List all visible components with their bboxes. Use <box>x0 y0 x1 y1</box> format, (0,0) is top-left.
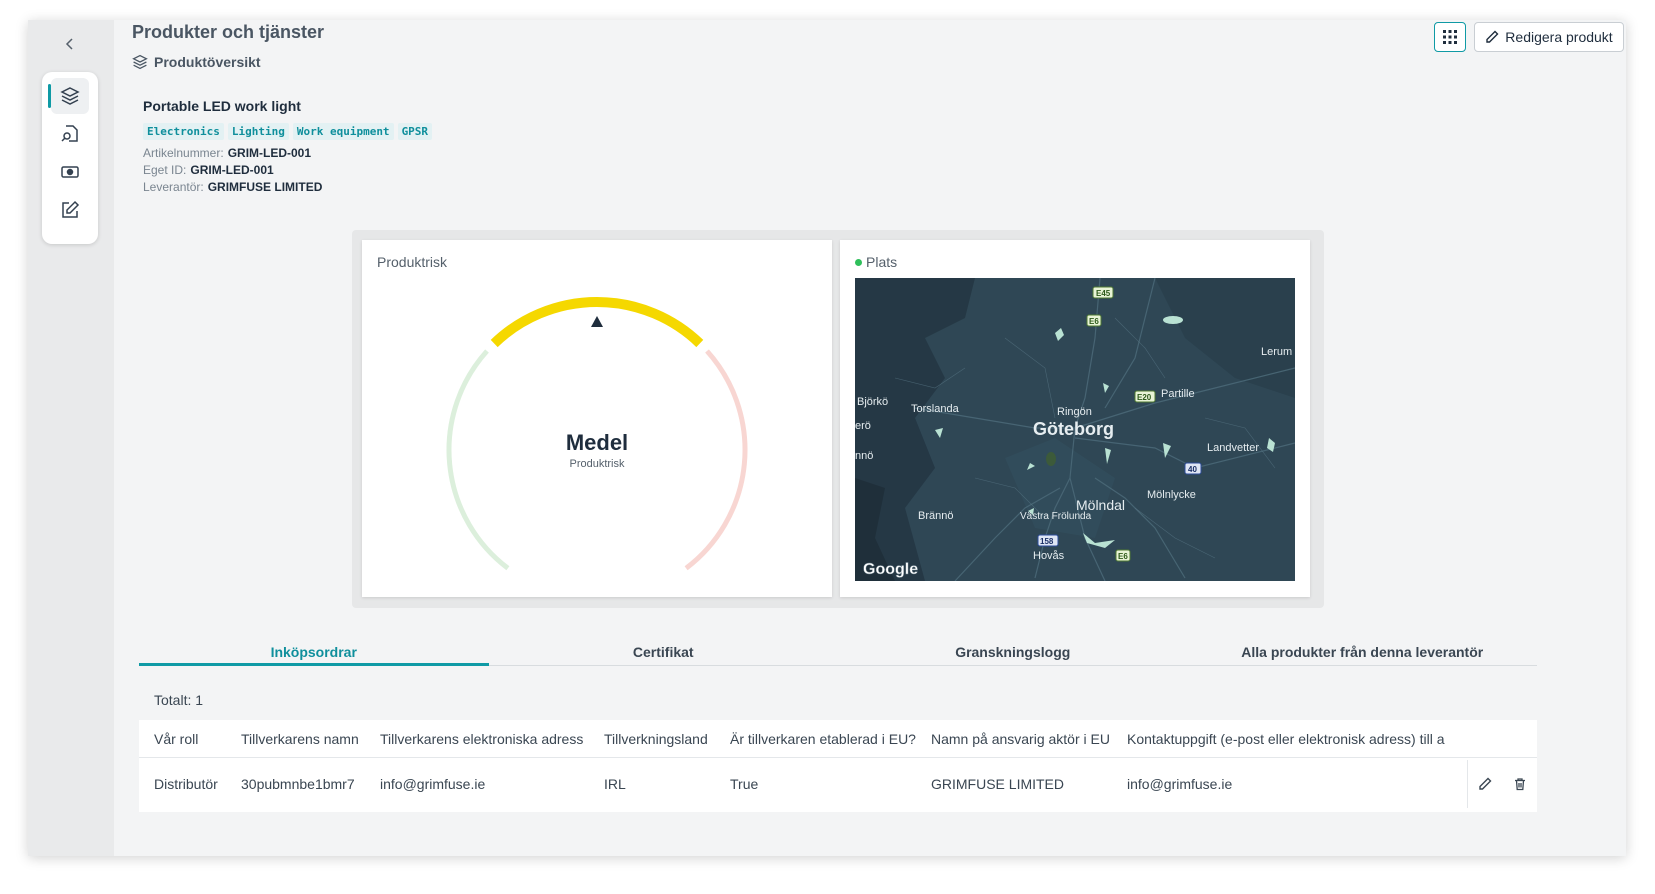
tag: Electronics <box>143 123 224 140</box>
column-header[interactable]: Tillverkarens namn <box>241 720 359 757</box>
orders-total: Totalt: 1 <box>154 692 204 708</box>
column-header[interactable]: Kontaktuppgift (e-post eller elektronisk… <box>1127 720 1444 757</box>
map-place-label: nnö <box>855 450 873 462</box>
table-cell: True <box>730 776 759 792</box>
map-place-label: Partille <box>1161 388 1195 400</box>
product-tags: Electronics Lighting Work equipment GPSR <box>143 123 433 140</box>
gauge-marker-icon <box>591 316 603 327</box>
table-cell: info@grimfuse.ie <box>380 776 486 792</box>
column-header[interactable]: Är tillverkaren etablerad i EU? <box>730 720 916 757</box>
tag: Work equipment <box>292 123 394 140</box>
nav-edit[interactable] <box>51 192 89 228</box>
road-sign: E6 <box>1118 552 1128 561</box>
map-place-label: erö <box>855 420 871 432</box>
field-label: Artikelnummer: <box>143 146 224 160</box>
table-cell: 30pubmnbe1bmr7 <box>241 776 355 792</box>
map-place-label: Lerum <box>1261 346 1292 358</box>
road-sign: E6 <box>1089 317 1099 326</box>
column-header[interactable]: Tillverkningsland <box>604 720 708 757</box>
tab-certificates[interactable]: Certifikat <box>489 634 839 665</box>
trash-icon <box>1514 778 1525 791</box>
own-id: Eget ID: GRIM-LED-001 <box>143 163 274 177</box>
product-name: Portable LED work light <box>143 98 301 114</box>
map-place-label: Hovås <box>1033 550 1065 562</box>
location-map[interactable]: Göteborg Torslanda Ringön Partille Lerum… <box>855 278 1295 581</box>
table-cell: GRIMFUSE LIMITED <box>931 776 1065 792</box>
article-number: Artikelnummer: GRIM-LED-001 <box>143 146 311 160</box>
location-card-title: Plats <box>855 254 897 270</box>
icon-rail <box>28 20 114 856</box>
edit-row-button[interactable] <box>1478 777 1492 791</box>
supplier: Leverantör: GRIMFUSE LIMITED <box>143 180 322 194</box>
map-city-label: Göteborg <box>1033 419 1114 439</box>
column-header[interactable]: Tillverkarens elektroniska adress <box>380 720 583 757</box>
pencil-icon <box>1486 30 1499 43</box>
edit-product-button[interactable]: Redigera produkt <box>1474 22 1624 52</box>
map-place-label: Torslanda <box>911 403 960 415</box>
field-value: GRIMFUSE LIMITED <box>207 180 323 194</box>
table-header: Vår roll Tillverkarens namn Tillverkaren… <box>139 720 1537 758</box>
pencil-icon <box>1479 777 1492 790</box>
orders-table: Vår roll Tillverkarens namn Tillverkaren… <box>139 720 1537 812</box>
field-label: Eget ID: <box>143 163 187 177</box>
collapse-sidebar-button[interactable] <box>58 32 82 56</box>
app-window: Produkter och tjänster Produktöversikt R… <box>28 20 1626 856</box>
location-card: Plats Göteborg Torslanda Ringön Partille… <box>840 240 1310 597</box>
field-label: Leverantör: <box>143 180 204 194</box>
status-dot-icon <box>855 259 862 266</box>
road-sign: E45 <box>1096 289 1111 298</box>
document-search-icon <box>61 125 78 142</box>
table-cell: IRL <box>604 776 626 792</box>
page-title: Produkter och tjänster <box>132 22 325 42</box>
money-icon <box>61 166 79 178</box>
tab-supplier-products[interactable]: Alla produkter från denna leverantör <box>1188 634 1538 665</box>
road-sign: 40 <box>1188 465 1197 474</box>
risk-level-caption: Produktrisk <box>569 458 625 470</box>
map-place-label: Västra Frölunda <box>1020 511 1092 522</box>
table-cell: Distributör <box>154 776 218 792</box>
risk-gauge <box>446 297 748 571</box>
breadcrumb-label: Produktöversikt <box>154 54 261 70</box>
tab-purchase-orders[interactable]: Inköpsordrar <box>139 634 489 666</box>
apps-grid-button[interactable] <box>1434 22 1466 52</box>
rail-nav <box>42 72 98 244</box>
column-header[interactable]: Namn på ansvarig aktör i EU <box>931 720 1110 757</box>
overview-cards: Produktrisk Medel Produktrisk Plats Göte… <box>352 230 1324 608</box>
road-sign: 158 <box>1040 537 1054 546</box>
table-cell: info@grimfuse.ie <box>1127 776 1233 792</box>
road-sign: E20 <box>1137 393 1152 402</box>
tag: Lighting <box>227 123 289 140</box>
column-header[interactable]: Vår roll <box>154 720 198 757</box>
edit-product-label: Redigera produkt <box>1505 29 1613 45</box>
map-place-label: Ringön <box>1057 406 1092 418</box>
map-place-label: Brännö <box>918 510 953 522</box>
google-logo: Google <box>863 561 918 578</box>
edit-icon <box>62 200 80 218</box>
map-place-label: Mölnlycke <box>1147 489 1196 501</box>
map-place-label: Björkö <box>857 396 888 408</box>
grid-icon <box>1443 30 1457 44</box>
nav-finance[interactable] <box>51 154 89 190</box>
detail-tabs: Inköpsordrar Certifikat Granskningslogg … <box>139 634 1537 666</box>
chevron-left-icon <box>65 38 73 50</box>
map-canvas[interactable]: Göteborg Torslanda Ringön Partille Lerum… <box>855 278 1295 581</box>
table-row[interactable]: Distributör 30pubmnbe1bmr7 info@grimfuse… <box>139 760 1537 808</box>
field-value: GRIM-LED-001 <box>227 146 312 160</box>
map-place-label: Landvetter <box>1207 442 1259 454</box>
field-value: GRIM-LED-001 <box>190 163 274 177</box>
layers-icon <box>60 87 80 105</box>
delete-row-button[interactable] <box>1513 777 1527 791</box>
breadcrumb: Produktöversikt <box>132 54 261 70</box>
tag: GPSR <box>397 123 433 140</box>
row-actions <box>1467 760 1537 808</box>
risk-level: Medel <box>565 430 629 455</box>
layers-icon <box>132 54 148 70</box>
tab-audit-log[interactable]: Granskningslogg <box>838 634 1188 665</box>
product-risk-card: Produktrisk Medel Produktrisk <box>362 240 832 597</box>
nav-product-overview[interactable] <box>48 78 89 114</box>
location-title: Plats <box>866 254 898 270</box>
nav-documents[interactable] <box>51 116 89 152</box>
